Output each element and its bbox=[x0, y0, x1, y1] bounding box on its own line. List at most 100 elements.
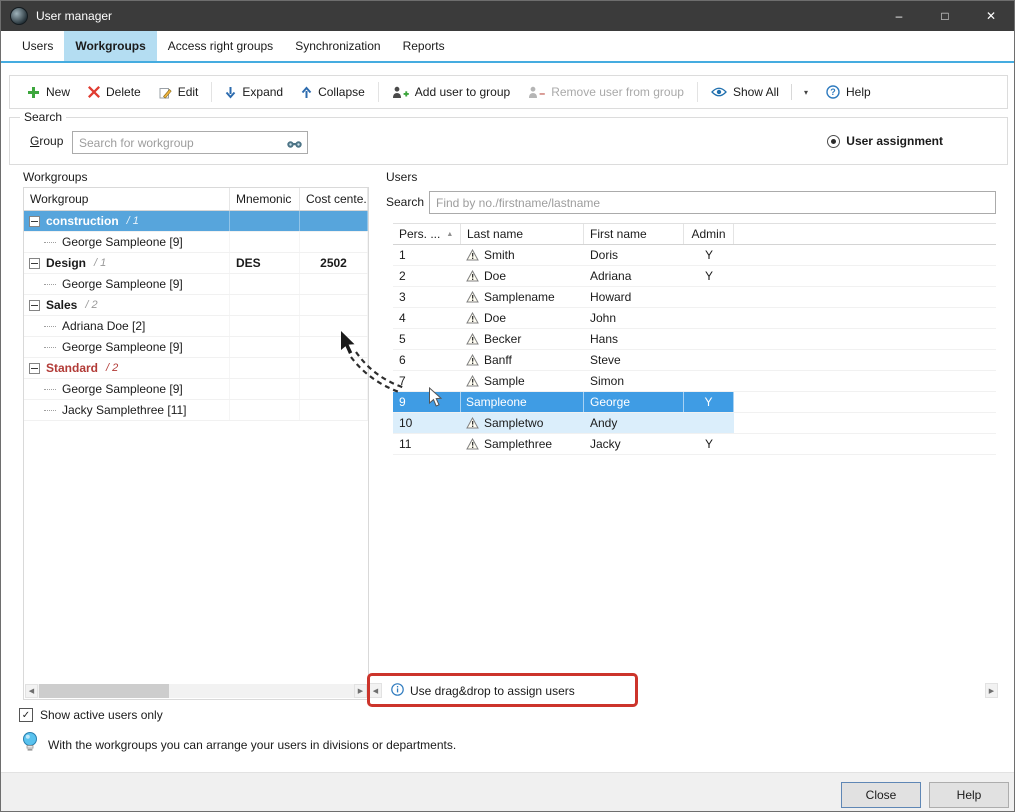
column-header-cost-center[interactable]: Cost cente... bbox=[300, 188, 368, 210]
workgroup-row-design[interactable]: Design/ 1 DES 2502 bbox=[24, 253, 368, 274]
collapse-button-label: Collapse bbox=[318, 85, 365, 99]
scroll-right-arrow[interactable]: ▶ bbox=[354, 684, 367, 698]
user-manager-window: User manager – □ ✕ Users Workgroups Acce… bbox=[0, 0, 1015, 812]
users-search-label: Search bbox=[386, 195, 424, 209]
tab-synchronization[interactable]: Synchronization bbox=[284, 31, 391, 61]
tree-connector bbox=[44, 347, 56, 348]
warning-icon bbox=[466, 354, 479, 366]
checkbox-check-icon: ✓ bbox=[19, 708, 33, 722]
search-panel-legend: Search bbox=[20, 110, 66, 124]
tree-collapse-toggle[interactable] bbox=[29, 258, 40, 269]
user-row[interactable]: 3 Samplename Howard bbox=[393, 287, 996, 308]
users-scrollbar-row: ◀ Use drag&drop to assign users ▶ bbox=[369, 683, 998, 698]
workgroup-member-row[interactable]: Jacky Samplethree [11] bbox=[24, 400, 368, 421]
user-row[interactable]: 2 Doe Adriana Y bbox=[393, 266, 996, 287]
help-button-label: Help bbox=[846, 85, 871, 99]
binoculars-icon bbox=[287, 138, 302, 152]
title-bar: User manager – □ ✕ bbox=[1, 1, 1014, 31]
user-row[interactable]: 10 Sampletwo Andy bbox=[393, 413, 996, 434]
tree-collapse-toggle[interactable] bbox=[29, 300, 40, 311]
tree-collapse-toggle[interactable] bbox=[29, 363, 40, 374]
workgroups-caption: Workgroups bbox=[23, 170, 87, 184]
warning-icon bbox=[466, 249, 479, 261]
warning-icon bbox=[466, 333, 479, 345]
tree-collapse-toggle[interactable] bbox=[29, 216, 40, 227]
scrollbar-track[interactable] bbox=[38, 684, 354, 698]
arrow-up-icon bbox=[301, 86, 312, 99]
help-button[interactable]: ? Help bbox=[817, 80, 880, 104]
close-window-button[interactable]: ✕ bbox=[968, 1, 1014, 31]
column-header-personnel-no[interactable]: Pers. ...▲ bbox=[393, 224, 461, 244]
tab-workgroups[interactable]: Workgroups bbox=[64, 31, 156, 61]
toolbar-separator bbox=[211, 82, 212, 102]
column-header-workgroup[interactable]: Workgroup bbox=[24, 188, 230, 210]
workgroup-member-row[interactable]: George Sampleone [9] bbox=[24, 232, 368, 253]
column-header-admin[interactable]: Admin bbox=[684, 224, 734, 244]
scroll-left-arrow[interactable]: ◀ bbox=[369, 683, 382, 698]
show-all-button[interactable]: Show All ▾ bbox=[702, 80, 817, 104]
users-table: Pers. ...▲ Last name First name Admin 1 … bbox=[393, 223, 996, 674]
add-user-button-label: Add user to group bbox=[415, 85, 510, 99]
user-row[interactable]: 1 Smith Doris Y bbox=[393, 245, 996, 266]
user-row[interactable]: 11 Samplethree Jacky Y bbox=[393, 434, 996, 455]
workgroups-horizontal-scrollbar: ◀ ▶ bbox=[25, 684, 367, 698]
scroll-left-arrow[interactable]: ◀ bbox=[25, 684, 38, 698]
expand-button[interactable]: Expand bbox=[216, 80, 292, 104]
pencil-icon bbox=[159, 86, 172, 99]
user-row[interactable]: 7 Sample Simon bbox=[393, 371, 996, 392]
user-row[interactable]: 4 Doe John bbox=[393, 308, 996, 329]
delete-button[interactable]: Delete bbox=[79, 80, 150, 104]
edit-button-label: Edit bbox=[178, 85, 199, 99]
minimize-button[interactable]: – bbox=[876, 1, 922, 31]
scroll-right-arrow[interactable]: ▶ bbox=[985, 683, 998, 698]
warning-icon bbox=[466, 312, 479, 324]
users-caption: Users bbox=[386, 170, 417, 184]
workgroup-member-row[interactable]: George Sampleone [9] bbox=[24, 379, 368, 400]
warning-icon bbox=[466, 375, 479, 387]
workgroup-member-row[interactable]: George Sampleone [9] bbox=[24, 274, 368, 295]
sort-asc-icon: ▲ bbox=[446, 231, 453, 238]
tab-reports[interactable]: Reports bbox=[392, 31, 456, 61]
tree-connector bbox=[44, 242, 56, 243]
help-dialog-button[interactable]: Help bbox=[929, 782, 1009, 808]
toolbar-separator bbox=[378, 82, 379, 102]
workgroup-search-input[interactable] bbox=[72, 131, 308, 154]
toolbar: New Delete Edit Expand Collapse Add user… bbox=[9, 75, 1008, 109]
user-row-selected[interactable]: 9 Sampleone George Y bbox=[393, 392, 996, 413]
add-user-to-group-button[interactable]: Add user to group bbox=[383, 80, 519, 104]
tab-underline bbox=[1, 61, 1014, 63]
column-header-first-name[interactable]: First name bbox=[584, 224, 684, 244]
show-active-users-checkbox[interactable]: ✓ Show active users only bbox=[19, 708, 163, 722]
user-row[interactable]: 6 Banff Steve bbox=[393, 350, 996, 371]
user-row[interactable]: 5 Becker Hans bbox=[393, 329, 996, 350]
scrollbar-thumb[interactable] bbox=[39, 684, 169, 698]
workgroups-header-row: Workgroup Mnemonic Cost cente... bbox=[24, 188, 368, 211]
new-button[interactable]: New bbox=[18, 80, 79, 104]
user-search-input[interactable] bbox=[429, 191, 996, 214]
workgroup-row-standard[interactable]: Standard/ 2 bbox=[24, 358, 368, 379]
person-add-icon bbox=[392, 86, 409, 99]
info-icon bbox=[391, 683, 404, 699]
show-active-users-label: Show active users only bbox=[40, 708, 163, 722]
column-header-last-name[interactable]: Last name bbox=[461, 224, 584, 244]
workgroup-member-row[interactable]: George Sampleone [9] bbox=[24, 337, 368, 358]
maximize-button[interactable]: □ bbox=[922, 1, 968, 31]
app-icon bbox=[10, 7, 28, 25]
tree-connector bbox=[44, 284, 56, 285]
workgroup-row-sales[interactable]: Sales/ 2 bbox=[24, 295, 368, 316]
workgroup-row-construction[interactable]: construction/ 1 bbox=[24, 211, 368, 232]
window-title: User manager bbox=[36, 9, 112, 23]
column-header-mnemonic[interactable]: Mnemonic bbox=[230, 188, 300, 210]
user-assignment-radio[interactable]: User assignment bbox=[827, 134, 943, 148]
delete-button-label: Delete bbox=[106, 85, 141, 99]
remove-user-from-group-button[interactable]: Remove user from group bbox=[519, 80, 693, 104]
chevron-down-icon[interactable]: ▾ bbox=[804, 88, 808, 97]
collapse-button[interactable]: Collapse bbox=[292, 80, 374, 104]
warning-icon bbox=[466, 417, 479, 429]
workgroup-member-row[interactable]: Adriana Doe [2] bbox=[24, 316, 368, 337]
tab-access-right-groups[interactable]: Access right groups bbox=[157, 31, 284, 61]
tab-users[interactable]: Users bbox=[11, 31, 64, 61]
close-button[interactable]: Close bbox=[841, 782, 921, 808]
user-assignment-label: User assignment bbox=[846, 134, 943, 148]
edit-button[interactable]: Edit bbox=[150, 80, 208, 104]
